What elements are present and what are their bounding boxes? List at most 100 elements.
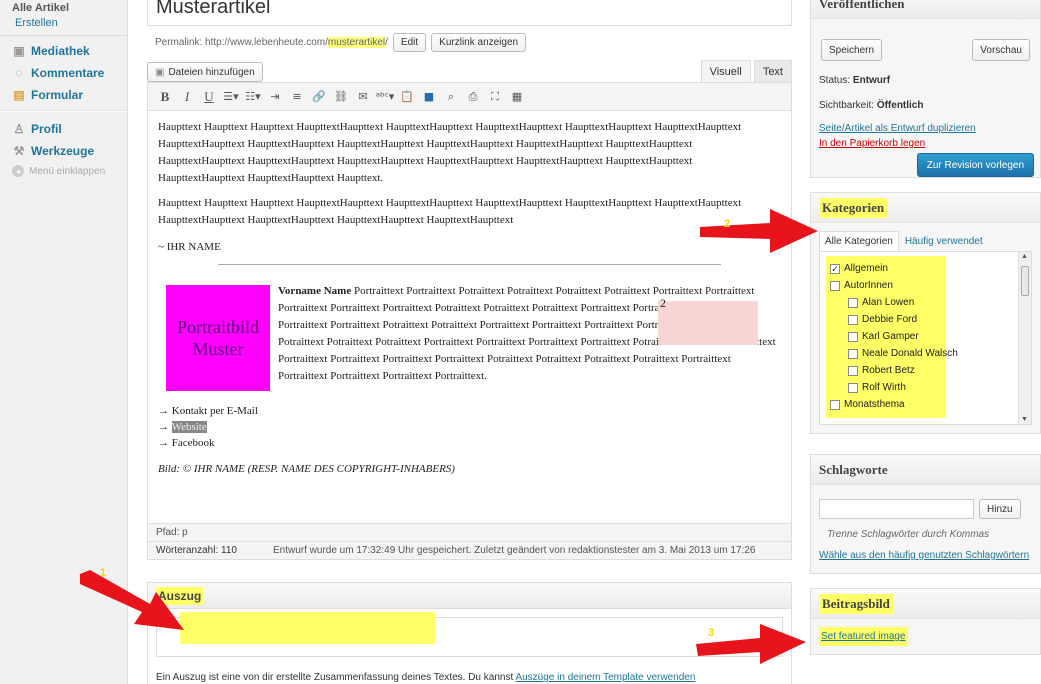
category-item[interactable]: Monatsthema — [830, 396, 958, 413]
category-item[interactable]: Karl Gamper — [848, 328, 958, 345]
publish-header[interactable]: Veröffentlichen — [811, 0, 1040, 19]
add-media-label: Dateien hinzufügen — [168, 66, 255, 78]
facebook-link[interactable]: → Facebook — [158, 435, 781, 451]
add-tag-button[interactable]: Hinzu — [979, 499, 1021, 519]
checkbox[interactable] — [830, 399, 840, 410]
checkbox[interactable] — [848, 314, 858, 325]
category-label: Karl Gamper — [862, 331, 919, 342]
align-icon[interactable]: ≡ — [286, 87, 308, 107]
italic-button[interactable]: I — [176, 87, 198, 107]
checkbox[interactable] — [848, 348, 858, 359]
category-tabs: Alle Kategorien Häufig verwendet — [811, 223, 1040, 251]
duplicate-link[interactable]: Seite/Artikel als Entwurf duplizieren — [819, 123, 976, 134]
tab-popular-categories[interactable]: Häufig verwendet — [899, 231, 989, 251]
set-featured-image-link[interactable]: Set featured image — [819, 627, 908, 646]
category-label: Robert Betz — [862, 365, 915, 376]
categories-header[interactable]: Kategorien — [811, 193, 1040, 223]
publish-title: Veröffentlichen — [819, 0, 905, 11]
unlink-icon[interactable]: ⛓ — [330, 87, 352, 107]
excerpt-note-text: Ein Auszug ist eine von dir erstellte Zu… — [156, 672, 516, 683]
category-label: Allgemein — [844, 263, 888, 274]
category-item[interactable]: Neale Donald Walsch — [848, 345, 958, 362]
permalink-slug[interactable]: musterartikel — [327, 36, 386, 48]
sidebar-all-posts[interactable]: Alle Artikel — [12, 2, 127, 15]
paste-icon[interactable]: 📋 — [396, 87, 418, 107]
scroll-up-icon[interactable]: ▲ — [1021, 253, 1028, 260]
sidebar-item-media[interactable]: ▣ Mediathek — [0, 40, 127, 62]
sidebar-divider — [0, 35, 127, 36]
preview-button[interactable]: Vorschau — [972, 39, 1030, 61]
sidebar-item-comments[interactable]: ◌ Kommentare — [0, 62, 127, 84]
fullscreen-icon[interactable]: ⛶ — [484, 87, 506, 107]
excerpt-header[interactable]: Auszug — [148, 583, 791, 609]
category-item[interactable]: Rolf Wirth — [848, 379, 958, 396]
featured-header[interactable]: Beitragsbild — [811, 589, 1040, 619]
portrait-label: Portraitbild — [177, 317, 259, 337]
sidebar-item-label: Mediathek — [31, 44, 90, 58]
checkbox[interactable] — [848, 382, 858, 393]
sidebar-item-label: Werkzeuge — [31, 144, 95, 158]
link-icon[interactable]: 🔗 — [308, 87, 330, 107]
tab-visual[interactable]: Visuell — [700, 60, 751, 82]
tag-input[interactable] — [819, 499, 974, 519]
tags-header[interactable]: Schlagworte — [811, 455, 1040, 485]
edit-permalink-button[interactable]: Edit — [392, 32, 427, 52]
submit-review-button[interactable]: Zur Revision vorlegen — [916, 153, 1034, 177]
category-scrollbar[interactable]: ▲ ▼ — [1018, 252, 1031, 424]
image-icon[interactable]: ■ — [418, 87, 440, 107]
tags-box: Schlagworte Hinzu Trenne Schlagwörter du… — [810, 454, 1041, 574]
bullet-list-icon[interactable]: ☰▾ — [220, 87, 242, 107]
checkbox[interactable] — [848, 331, 858, 342]
featured-image-box: Beitragsbild Set featured image — [810, 588, 1041, 655]
numbered-list-icon[interactable]: ☷▾ — [242, 87, 264, 107]
horizontal-rule — [218, 264, 721, 265]
portrait-name: Vorname Name — [278, 285, 352, 297]
category-item[interactable]: AutorInnen — [830, 277, 958, 294]
status-bar: Wörteranzahl: 110 Entwurf wurde um 17:32… — [148, 541, 791, 559]
permalink-row: Permalink: http://www.lebenheute.com/mus… — [147, 32, 792, 52]
checkbox[interactable] — [830, 280, 840, 291]
category-item[interactable]: Debbie Ford — [848, 311, 958, 328]
save-draft-button[interactable]: Speichern — [821, 39, 883, 61]
checkbox[interactable] — [848, 365, 858, 376]
sidebar-item-tools[interactable]: ⚒ Werkzeuge — [0, 140, 127, 162]
status-value: Entwurf — [852, 75, 891, 86]
email-link[interactable]: → Kontakt per E-Mail — [158, 403, 781, 419]
category-item[interactable]: Robert Betz — [848, 362, 958, 379]
underline-button[interactable]: U — [198, 87, 220, 107]
post-title-input[interactable]: Musterartikel — [147, 0, 792, 26]
kitchen-sink-icon[interactable]: ▦ — [506, 87, 528, 107]
portrait-image[interactable]: Portraitbild Muster — [166, 285, 270, 391]
collapse-menu-button[interactable]: ◂ Menü einklappen — [0, 162, 127, 180]
bold-button[interactable]: B — [154, 87, 176, 107]
tab-text[interactable]: Text — [753, 60, 792, 82]
search-icon[interactable]: ⌕ — [440, 87, 462, 107]
permalink-label: Permalink: — [155, 36, 203, 48]
checkbox-checked[interactable]: ✓ — [830, 263, 840, 274]
print-icon[interactable]: ⎙ — [462, 87, 484, 107]
media-icon: ▣ — [13, 44, 25, 58]
body-paragraph: Haupttext Haupttext Haupttext HaupttextH… — [158, 197, 742, 226]
tags-title: Schlagworte — [819, 461, 888, 477]
scroll-down-icon[interactable]: ▼ — [1021, 416, 1028, 423]
trash-link[interactable]: In den Papierkorb legen — [811, 138, 1040, 149]
website-link[interactable]: Website — [171, 421, 207, 433]
excerpt-help-link[interactable]: Auszüge in deinem Template verwenden — [515, 672, 695, 683]
category-item[interactable]: ✓ Allgemein — [830, 260, 958, 277]
tab-all-categories[interactable]: Alle Kategorien — [819, 231, 899, 251]
popular-tags-link[interactable]: Wähle aus den häufig genutzten Schlagwör… — [819, 550, 1029, 561]
collapse-icon: ◂ — [12, 165, 24, 177]
category-item[interactable]: Alan Lowen — [848, 294, 958, 311]
sidebar-item-form[interactable]: ▤ Formular — [0, 84, 127, 106]
category-checklist: ✓ Allgemein AutorInnen Alan Lowen Debbie … — [819, 251, 1032, 425]
editor-content[interactable]: Haupttext Haupttext Haupttext HaupttextH… — [148, 111, 791, 523]
email-icon[interactable]: ✉ — [352, 87, 374, 107]
sidebar-item-profile[interactable]: ♙ Profil — [0, 118, 127, 140]
spellcheck-icon[interactable]: ᵃᵇᶜ▾ — [374, 87, 396, 107]
add-media-button[interactable]: ▣ Dateien hinzufügen — [147, 62, 263, 82]
scroll-thumb[interactable] — [1021, 266, 1029, 296]
shortlink-button[interactable]: Kurzlink anzeigen — [431, 32, 527, 52]
checkbox[interactable] — [848, 297, 858, 308]
sidebar-create[interactable]: Erstellen — [15, 15, 127, 31]
indent-icon[interactable]: ⇥ — [264, 87, 286, 107]
